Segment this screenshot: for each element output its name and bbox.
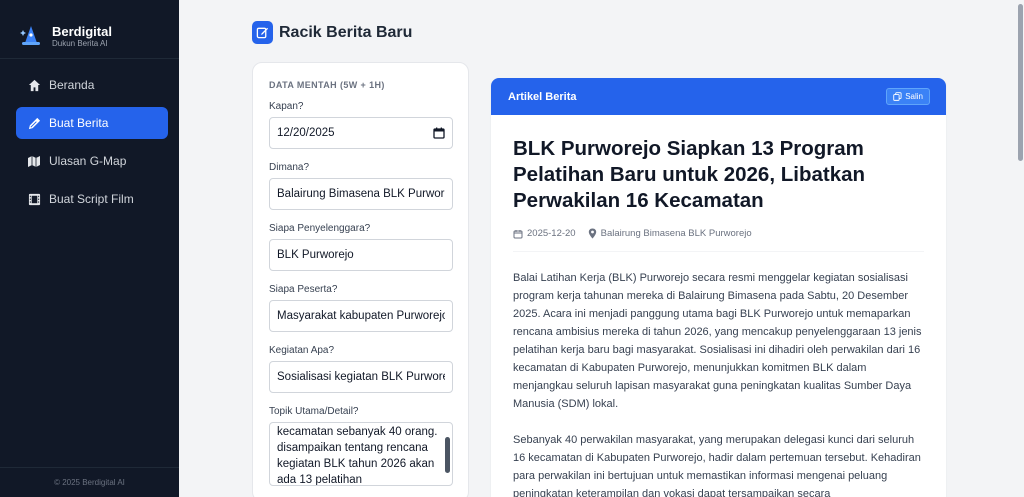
article-meta: 2025-12-20 Balairung Bimasena BLK Purwor… (513, 228, 924, 252)
raw-data-form: DATA MENTAH (5W + 1H) Kapan? 12/20/2025 … (252, 62, 469, 497)
article-date: 2025-12-20 (513, 228, 576, 239)
date-input[interactable]: 12/20/2025 (269, 117, 453, 149)
when-label: Kapan? (269, 101, 304, 112)
page-scrollbar-thumb[interactable] (1018, 4, 1023, 161)
map-pin-icon (588, 228, 596, 239)
sidebar-item-buat-script-film[interactable]: Buat Script Film (16, 183, 168, 215)
form-section-label: DATA MENTAH (5W + 1H) (269, 80, 385, 90)
sidebar-item-label: Beranda (49, 78, 95, 92)
sidebar-nav: Beranda Buat Berita Ulasan G-Map Buat Sc… (16, 69, 168, 221)
article-header-title: Artikel Berita (508, 90, 577, 103)
sidebar-divider (0, 58, 179, 59)
copy-icon (893, 92, 902, 101)
page-title: Racik Berita Baru (252, 21, 412, 44)
article-header: Artikel Berita Salin (491, 78, 946, 115)
calendar-icon[interactable] (433, 127, 445, 139)
page-scrollbar[interactable] (1016, 0, 1024, 497)
sidebar-item-label: Buat Script Film (49, 192, 134, 206)
sidebar: Berdigital Dukun Berita AI Beranda Buat … (0, 0, 179, 497)
topic-label: Topik Utama/Detail? (269, 406, 359, 417)
sidebar-item-beranda[interactable]: Beranda (16, 69, 168, 101)
brand-tagline: Dukun Berita AI (52, 38, 108, 48)
article-paragraph: Sebanyak 40 perwakilan masyarakat, yang … (513, 434, 921, 497)
where-input[interactable]: Balairung Bimasena BLK Purworejo (269, 178, 453, 210)
map-icon (27, 154, 41, 168)
activity-input[interactable]: Sosialisasi kegiatan BLK Purworejo (269, 361, 453, 393)
article-location-text: Balairung Bimasena BLK Purworejo (600, 228, 752, 239)
article-body: BLK Purworejo Siapkan 13 Program Pelatih… (491, 115, 946, 497)
sidebar-item-buat-berita[interactable]: Buat Berita (16, 107, 168, 139)
organizer-label: Siapa Penyelenggara? (269, 223, 371, 234)
topic-textarea[interactable]: kecamatan sebanyak 40 orang. disampaikan… (269, 422, 453, 486)
where-value: Balairung Bimasena BLK Purworejo (277, 188, 445, 200)
topic-line: kecamatan sebanyak 40 orang. (277, 426, 438, 438)
date-value: 12/20/2025 (277, 127, 335, 139)
article-headline: BLK Purworejo Siapkan 13 Program Pelatih… (513, 137, 866, 212)
article-date-text: 2025-12-20 (527, 228, 576, 239)
textarea-scrollbar[interactable] (445, 437, 450, 473)
sidebar-item-label: Ulasan G-Map (49, 154, 127, 168)
organizer-input[interactable]: BLK Purworejo (269, 239, 453, 271)
sidebar-footer: © 2025 Berdigital AI (0, 467, 179, 497)
topic-line: kegiatan BLK tahun 2026 akan (277, 458, 435, 470)
calendar-icon (513, 229, 523, 238)
where-label: Dimana? (269, 162, 310, 173)
topic-line: ada 13 pelatihan (277, 474, 363, 486)
article-panel: Artikel Berita Salin BLK Purworejo Siapk… (491, 78, 946, 497)
activity-value: Sosialisasi kegiatan BLK Purworejo (277, 371, 445, 383)
copy-label: Salin (905, 92, 923, 101)
edit-icon (252, 21, 273, 44)
brand[interactable]: Berdigital Dukun Berita AI (0, 0, 179, 58)
topic-line: disampaikan tentang rencana (277, 442, 428, 454)
home-icon (27, 78, 41, 92)
film-icon (27, 192, 41, 206)
page-title-text: Racik Berita Baru (279, 23, 413, 41)
sidebar-item-label: Buat Berita (49, 116, 109, 130)
participants-input[interactable]: Masyarakat kabupaten Purworejo (269, 300, 453, 332)
pen-icon (27, 116, 41, 130)
participants-value: Masyarakat kabupaten Purworejo (277, 310, 445, 322)
article-location: Balairung Bimasena BLK Purworejo (588, 228, 752, 239)
wizard-hat-logo-icon (20, 26, 40, 45)
brand-name: Berdigital (52, 23, 112, 39)
organizer-value: BLK Purworejo (277, 249, 354, 261)
copy-button[interactable]: Salin (886, 88, 930, 105)
sidebar-item-ulasan-gmap[interactable]: Ulasan G-Map (16, 145, 168, 177)
participants-label: Siapa Peserta? (269, 284, 338, 295)
article-paragraph: Balai Latihan Kerja (BLK) Purworejo seca… (513, 272, 922, 410)
activity-label: Kegiatan Apa? (269, 345, 335, 356)
